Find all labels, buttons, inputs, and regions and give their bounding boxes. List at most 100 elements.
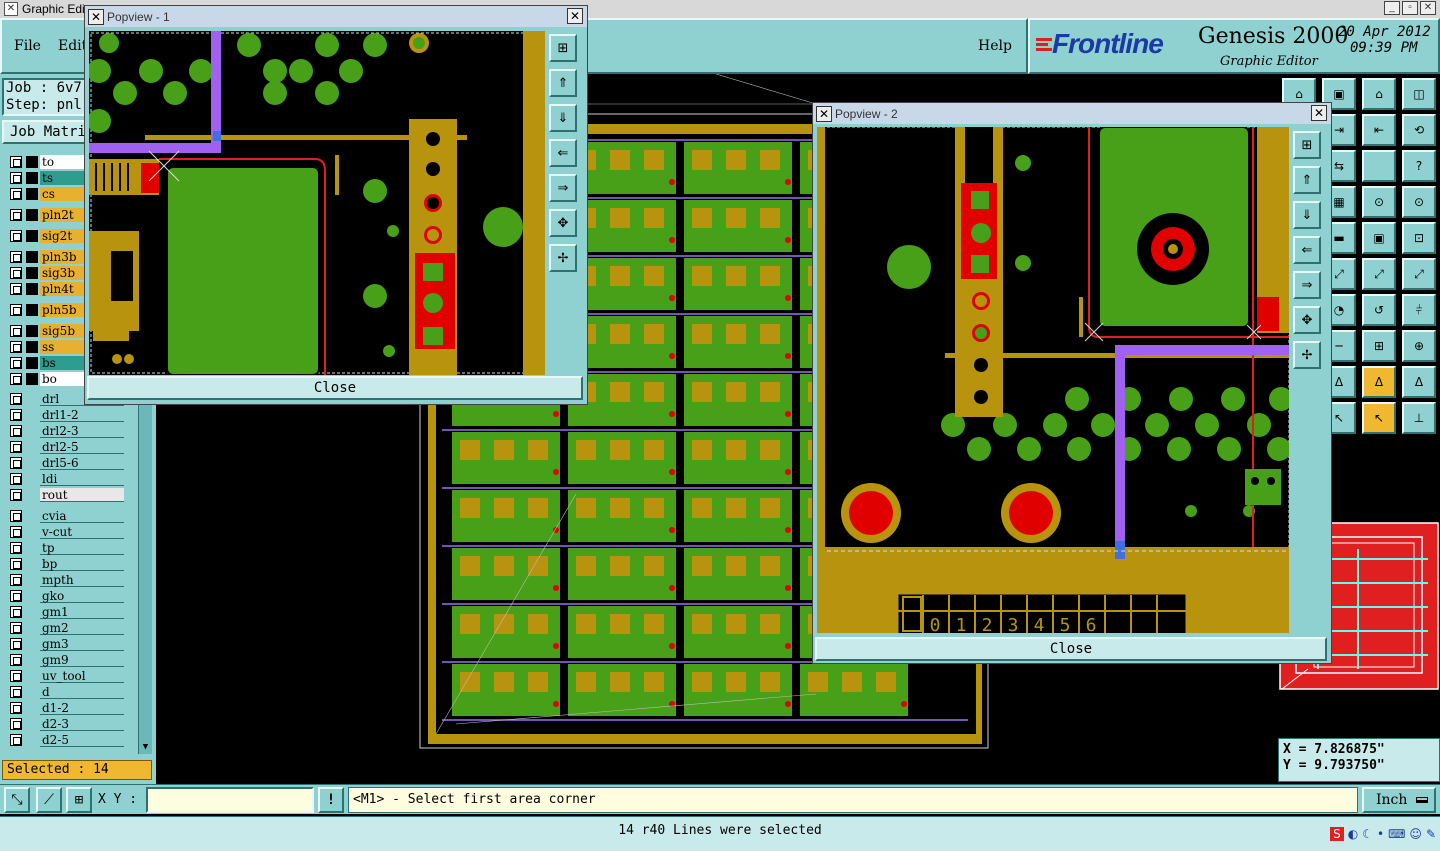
layer-row-ldi[interactable]: ldi (4, 471, 124, 487)
tool-ratio-icon[interactable]: ⟲ (1402, 114, 1436, 146)
layer-checkbox[interactable] (10, 188, 22, 200)
layer-checkbox[interactable] (10, 425, 22, 437)
grid-icon[interactable]: ⊞ (66, 787, 92, 813)
ime-s-icon[interactable]: S (1330, 827, 1344, 841)
layer-checkbox[interactable] (10, 489, 22, 501)
layer-row-d[interactable]: d (4, 684, 124, 700)
tool-grid-icon[interactable]: ⊙ (1362, 186, 1396, 218)
tool-move-icon[interactable]: ⊞ (1362, 330, 1396, 362)
layer-row-gm3[interactable]: gm3 (4, 636, 124, 652)
tool-info-icon[interactable]: ? (1402, 150, 1436, 182)
layer-row-uv_tool[interactable]: uv_tool (4, 668, 124, 684)
layer-row-v-cut[interactable]: v-cut (4, 524, 124, 540)
layer-checkbox[interactable] (10, 654, 22, 666)
layer-checkbox[interactable] (10, 283, 22, 295)
layer-checkbox[interactable] (10, 409, 22, 421)
pv1-tools-pan-right-icon[interactable]: ⇒ (549, 174, 577, 202)
exclaim-button[interactable]: ! (318, 787, 344, 813)
layer-row-cvia[interactable]: cvia (4, 508, 124, 524)
pv1-tools-pan-up-icon[interactable]: ⇑ (549, 69, 577, 97)
minimize-button[interactable]: _ (1384, 1, 1400, 15)
layer-checkbox[interactable] (10, 473, 22, 485)
layer-checkbox[interactable] (10, 718, 22, 730)
tool-arc-icon[interactable]: ⤢ (1402, 258, 1436, 290)
popview-2-close-button[interactable]: Close (815, 637, 1327, 661)
ime-moon-icon[interactable]: ☾ (1362, 827, 1373, 841)
layer-checkbox[interactable] (10, 156, 22, 168)
popview-1-close-button[interactable]: Close (87, 376, 583, 400)
layer-row-mpth[interactable]: mpth (4, 572, 124, 588)
layer-row-gm9[interactable]: gm9 (4, 652, 124, 668)
pv1-tools-pan-down-icon[interactable]: ⇓ (549, 104, 577, 132)
layer-checkbox[interactable] (10, 325, 22, 337)
ime-settings-icon[interactable]: ✎ (1426, 827, 1436, 841)
layer-row-drl5-6[interactable]: drl5-6 (4, 455, 124, 471)
layer-checkbox[interactable] (10, 304, 22, 316)
layer-row-gm2[interactable]: gm2 (4, 620, 124, 636)
pv2-tools-zoom-fit-icon[interactable]: ⊞ (1293, 131, 1321, 159)
pv1-tools-pan-left-icon[interactable]: ⇐ (549, 139, 577, 167)
ime-keyboard-icon[interactable]: ⌨ (1388, 827, 1405, 841)
layer-checkbox[interactable] (10, 441, 22, 453)
pv1-tools-zoom-in-icon[interactable]: ✥ (549, 209, 577, 237)
layer-row-d2-5[interactable]: d2-5 (4, 732, 124, 748)
tool-pad-icon[interactable]: ⊡ (1402, 222, 1436, 254)
layer-row-d1-2[interactable]: d1-2 (4, 700, 124, 716)
pv2-tools-zoom-in-icon[interactable]: ✥ (1293, 306, 1321, 334)
xy-input[interactable] (146, 787, 314, 813)
layer-checkbox[interactable] (10, 267, 22, 279)
tool-home-icon[interactable]: ↺ (1362, 294, 1396, 326)
layer-row-tp[interactable]: tp (4, 540, 124, 556)
layer-checkbox[interactable] (10, 230, 22, 242)
close-main-button[interactable]: ✕ (1420, 1, 1436, 15)
tool-fit-icon[interactable]: ⌂ (1362, 78, 1396, 110)
layer-checkbox[interactable] (10, 558, 22, 570)
layer-checkbox[interactable] (10, 734, 22, 746)
layer-checkbox[interactable] (10, 393, 22, 405)
popview-1-canvas[interactable] (89, 31, 545, 375)
pv2-tools-pan-up-icon[interactable]: ⇑ (1293, 166, 1321, 194)
layer-checkbox[interactable] (10, 251, 22, 263)
ime-dot-icon[interactable]: • (1377, 827, 1384, 841)
layer-row-drl1-2[interactable]: drl1-2 (4, 407, 124, 423)
zoom-area-icon[interactable]: ⤡ (4, 787, 30, 813)
layer-row-drl2-5[interactable]: drl2-5 (4, 439, 124, 455)
units-dropdown[interactable]: Inch (1362, 787, 1436, 813)
layer-row-rout[interactable]: rout (4, 487, 124, 503)
layer-checkbox[interactable] (10, 638, 22, 650)
popview-2-close-icon[interactable]: ✕ (1311, 105, 1327, 121)
tool-zoom-icon[interactable]: ⇤ (1362, 114, 1396, 146)
layer-checkbox[interactable] (10, 574, 22, 586)
menu-help[interactable]: Help (978, 38, 1012, 54)
layer-checkbox[interactable] (10, 606, 22, 618)
layer-checkbox[interactable] (10, 373, 22, 385)
tool-polygon-icon[interactable]: ⤢ (1362, 258, 1396, 290)
pv2-tools-pan-down-icon[interactable]: ⇓ (1293, 201, 1321, 229)
ime-mode-icon[interactable]: ◐ (1348, 827, 1358, 841)
layer-row-drl2-3[interactable]: drl2-3 (4, 423, 124, 439)
layer-checkbox[interactable] (10, 341, 22, 353)
layer-checkbox[interactable] (10, 209, 22, 221)
layer-checkbox[interactable] (10, 590, 22, 602)
popview-1-close-icon[interactable]: ✕ (567, 8, 583, 24)
layer-checkbox[interactable] (10, 457, 22, 469)
pv1-tools-zoom-out-icon[interactable]: ✢ (549, 244, 577, 272)
tool-snap-icon[interactable]: ⊥ (1402, 402, 1436, 434)
tool-copy-icon[interactable]: ⊕ (1402, 330, 1436, 362)
layer-row-gm1[interactable]: gm1 (4, 604, 124, 620)
tool-bend-icon[interactable]: ▣ (1362, 222, 1396, 254)
layer-row-d2-3[interactable]: d2-3 (4, 716, 124, 732)
tool-window-icon[interactable]: ◫ (1402, 78, 1436, 110)
pv2-tools-zoom-out-icon[interactable]: ✢ (1293, 341, 1321, 369)
tool-layers-icon[interactable]: Δ (1402, 366, 1436, 398)
layer-checkbox[interactable] (10, 357, 22, 369)
layer-checkbox[interactable] (10, 702, 22, 714)
pv1-tools-zoom-fit-icon[interactable]: ⊞ (549, 34, 577, 62)
pv2-tools-pan-left-icon[interactable]: ⇐ (1293, 236, 1321, 264)
popview-2-canvas[interactable]: 0123456 (817, 127, 1289, 633)
tool-view-icon[interactable]: ⫩ (1402, 294, 1436, 326)
scroll-down-icon[interactable]: ▼ (139, 742, 152, 754)
layer-checkbox[interactable] (10, 526, 22, 538)
layer-checkbox[interactable] (10, 542, 22, 554)
menu-file[interactable]: File (14, 38, 41, 54)
